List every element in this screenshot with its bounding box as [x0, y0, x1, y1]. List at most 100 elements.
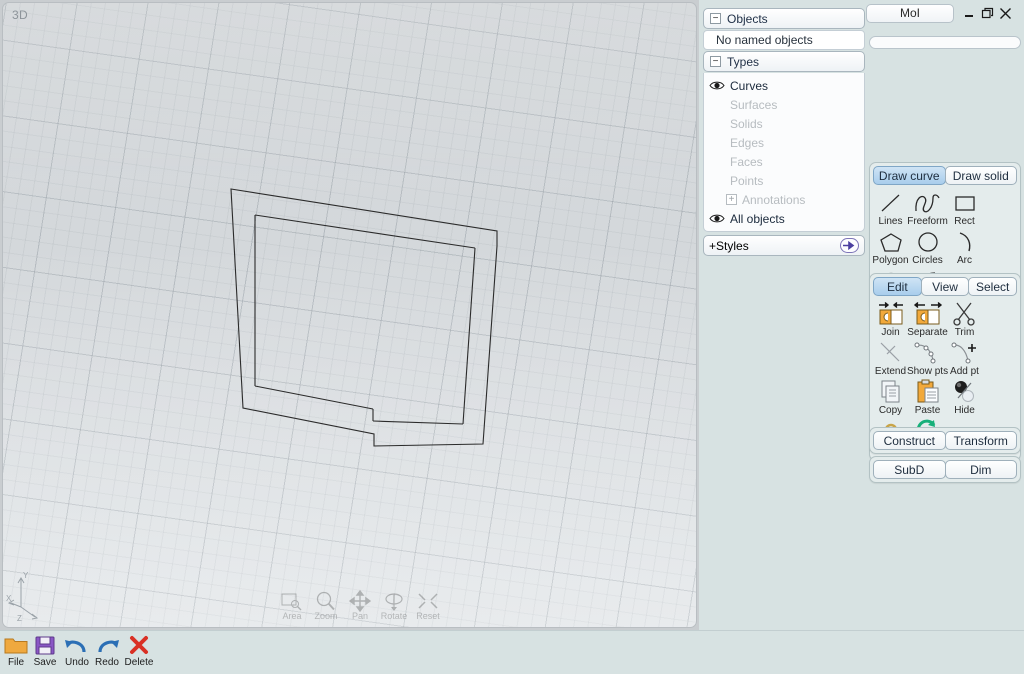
- redo-button[interactable]: Redo: [92, 634, 122, 668]
- tab-select[interactable]: Select: [968, 277, 1018, 296]
- tool-circles[interactable]: Circles: [909, 228, 946, 267]
- folder-icon: [3, 634, 29, 656]
- paste-clipboard-icon: [915, 379, 941, 404]
- eye-icon-placeholder: [709, 137, 725, 148]
- file-button-label: File: [7, 657, 25, 668]
- type-row-edges[interactable]: Edges: [704, 133, 864, 152]
- tool-hide[interactable]: Hide: [946, 378, 983, 417]
- construct-button[interactable]: Construct: [873, 431, 946, 450]
- viewport-nav-controls[interactable]: Area Zoom Pan Rotate Reset: [278, 589, 442, 621]
- type-row-annotations[interactable]: + Annotations: [704, 190, 864, 209]
- viewport-nav-rotate[interactable]: Rotate: [380, 590, 408, 621]
- tab-draw-curve[interactable]: Draw curve: [873, 166, 946, 185]
- viewport-3d[interactable]: 3D Y X Z Area Zoom Pan Rotate Reset: [2, 2, 697, 628]
- arc-icon: [952, 230, 978, 254]
- tool-add-pt[interactable]: Add pt: [946, 339, 983, 378]
- tool-rect[interactable]: Rect: [946, 189, 983, 228]
- copy-icon: [878, 380, 904, 404]
- tool-label-copy: Copy: [878, 405, 903, 416]
- dim-button[interactable]: Dim: [944, 460, 1017, 479]
- objects-collapse-toggle[interactable]: −: [710, 13, 721, 24]
- type-label-annotations: Annotations: [742, 192, 806, 207]
- viewport-container: 3D Y X Z Area Zoom Pan Rotate Reset: [0, 0, 699, 630]
- viewport-nav-reset[interactable]: Reset: [414, 590, 442, 621]
- type-row-curves[interactable]: Curves: [704, 76, 864, 95]
- eye-icon[interactable]: [709, 80, 725, 91]
- drawn-curve-geometry: [230, 188, 498, 447]
- undo-button[interactable]: Undo: [62, 634, 92, 668]
- tool-label-hide: Hide: [954, 405, 975, 416]
- viewport-nav-pan-label: Pan: [351, 611, 368, 621]
- type-row-solids[interactable]: Solids: [704, 114, 864, 133]
- scene-browser-panel: − Objects No named objects − Types Curve…: [703, 8, 865, 256]
- tool-label-show-pts: Show pts: [906, 366, 949, 377]
- command-panel-column: Draw curve Draw solid Lines Freeform Rec…: [866, 0, 1024, 630]
- tab-view[interactable]: View: [920, 277, 970, 296]
- area-zoom-icon: [279, 590, 305, 612]
- browser-styles-header[interactable]: + Styles: [703, 235, 865, 256]
- magnifier-icon: [313, 590, 339, 612]
- undo-arrow-icon: [64, 634, 90, 656]
- tab-edit[interactable]: Edit: [873, 277, 922, 296]
- type-label-faces: Faces: [730, 154, 763, 169]
- eye-icon-placeholder: [709, 118, 725, 129]
- eye-icon-placeholder: [709, 99, 725, 110]
- tool-label-polygon: Polygon: [872, 255, 909, 266]
- tool-label-rect: Rect: [954, 216, 975, 227]
- delete-button-label: Delete: [124, 657, 154, 668]
- separate-icon: [913, 301, 943, 326]
- command-input-bar[interactable]: [869, 36, 1021, 49]
- tool-show-pts[interactable]: Show pts: [906, 339, 949, 378]
- tool-separate[interactable]: Separate: [907, 300, 948, 339]
- types-collapse-toggle[interactable]: −: [710, 56, 721, 67]
- type-row-faces[interactable]: Faces: [704, 152, 864, 171]
- tool-label-circles: Circles: [912, 255, 943, 266]
- delete-button[interactable]: Delete: [124, 634, 154, 668]
- transform-button[interactable]: Transform: [944, 431, 1017, 450]
- viewport-nav-reset-label: Reset: [416, 611, 440, 621]
- tool-copy[interactable]: Copy: [872, 378, 909, 417]
- eye-icon[interactable]: [709, 213, 725, 224]
- join-icon: [876, 301, 906, 326]
- save-button[interactable]: Save: [30, 634, 60, 668]
- file-button[interactable]: File: [1, 634, 31, 668]
- tool-polygon[interactable]: Polygon: [872, 228, 909, 267]
- show-points-icon: [913, 341, 943, 365]
- extend-icon: [878, 341, 904, 365]
- type-row-surfaces[interactable]: Surfaces: [704, 95, 864, 114]
- type-row-all-objects[interactable]: All objects: [704, 209, 864, 228]
- subd-button[interactable]: SubD: [873, 460, 946, 479]
- arrow-right-icon[interactable]: [840, 238, 859, 253]
- tool-label-extend: Extend: [874, 366, 907, 377]
- viewport-nav-pan[interactable]: Pan: [346, 589, 374, 621]
- types-section-label: Types: [727, 54, 760, 69]
- tool-label-arc: Arc: [957, 255, 972, 266]
- tool-join[interactable]: Join: [872, 300, 909, 339]
- tool-label-separate: Separate: [907, 327, 948, 338]
- tab-draw-solid[interactable]: Draw solid: [944, 166, 1017, 185]
- axis-y-label: Y: [23, 571, 29, 580]
- tool-extend[interactable]: Extend: [872, 339, 909, 378]
- viewport-nav-zoom[interactable]: Zoom: [312, 590, 340, 621]
- styles-section-label: Styles: [716, 238, 749, 253]
- tool-arc[interactable]: Arc: [946, 228, 983, 267]
- hide-sphere-icon: [952, 380, 978, 404]
- type-label-curves: Curves: [730, 78, 769, 93]
- tool-freeform[interactable]: Freeform: [907, 189, 948, 228]
- tool-trim[interactable]: Trim: [946, 300, 983, 339]
- viewport-nav-area[interactable]: Area: [278, 590, 306, 621]
- reset-arrows-icon: [415, 590, 441, 612]
- tool-paste[interactable]: Paste: [909, 378, 946, 417]
- line-icon: [878, 191, 904, 215]
- type-row-points[interactable]: Points: [704, 171, 864, 190]
- styles-expand-toggle[interactable]: +: [709, 239, 716, 253]
- viewport-nav-zoom-label: Zoom: [314, 611, 338, 621]
- browser-types-header[interactable]: − Types: [703, 51, 865, 72]
- browser-objects-header[interactable]: − Objects: [703, 8, 865, 29]
- floppy-save-icon: [33, 634, 57, 656]
- scissors-trim-icon: [952, 302, 978, 326]
- tool-lines[interactable]: Lines: [872, 189, 909, 228]
- type-label-solids: Solids: [730, 116, 763, 131]
- annotations-expand-toggle[interactable]: +: [726, 194, 737, 205]
- types-list: Curves Surfaces Solids Edges Faces Point…: [703, 73, 865, 232]
